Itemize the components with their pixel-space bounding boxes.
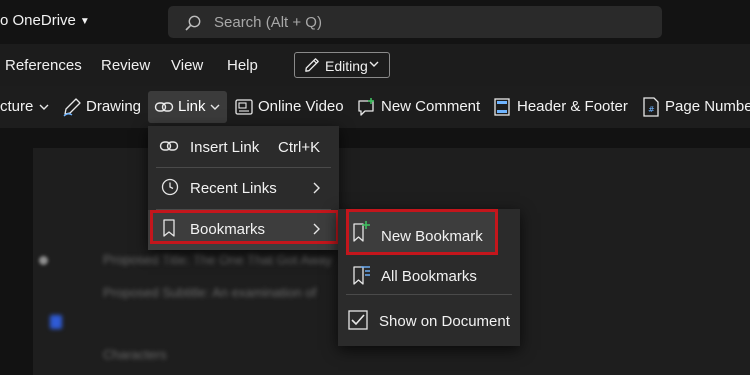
header-footer-label: Header & Footer: [517, 98, 628, 115]
menu-item-bookmarks[interactable]: Bookmarks: [148, 210, 339, 250]
link-label: Link: [178, 98, 206, 115]
document-line: Proposed Title: The One That Got Away: [103, 252, 333, 267]
menu-item-show-on-document[interactable]: Show on Document: [346, 299, 512, 341]
menu-view[interactable]: View: [171, 57, 203, 74]
new-bookmark-icon: [353, 221, 370, 242]
recent-links-label: Recent Links: [190, 180, 277, 197]
new-comment-icon: [358, 98, 374, 116]
document-title: o OneDrive: [0, 12, 76, 29]
link-button[interactable]: Link: [148, 91, 227, 123]
header-footer-button[interactable]: Header & Footer: [490, 86, 632, 128]
document-line: Proposed Subtitle: An examination of: [103, 285, 317, 300]
new-comment-button[interactable]: New Comment: [354, 86, 482, 128]
video-icon: [235, 99, 253, 115]
insert-link-label: Insert Link: [190, 139, 260, 156]
search-placeholder: Search (Alt + Q): [214, 14, 322, 31]
clock-icon: [161, 178, 179, 196]
editing-mode-button[interactable]: Editing: [294, 52, 390, 78]
menu-bar: References Review View Help Editing: [0, 44, 750, 86]
page-numbers-button[interactable]: # Page Numbe: [640, 86, 750, 128]
menu-references[interactable]: References: [5, 57, 82, 74]
picture-button[interactable]: cture: [0, 86, 56, 128]
menu-item-all-bookmarks[interactable]: All Bookmarks: [346, 255, 512, 295]
online-video-label: Online Video: [258, 98, 344, 115]
link-icon: [154, 102, 174, 112]
bookmarks-submenu: New Bookmark All Bookmarks Show on Docum…: [338, 209, 520, 346]
drawing-label: Drawing: [86, 98, 142, 115]
page-numbers-label: Page Numbe: [665, 98, 750, 115]
chevron-right-icon: [313, 223, 320, 235]
link-dropdown-menu: Insert Link Ctrl+K Recent Links Bookmark…: [148, 126, 339, 250]
all-bookmarks-icon: [353, 266, 370, 285]
insert-link-shortcut: Ctrl+K: [278, 139, 321, 156]
svg-text:#: #: [648, 105, 655, 114]
checkbox-checked-icon: [348, 310, 368, 330]
online-video-button[interactable]: Online Video: [232, 86, 346, 128]
bookmarks-label: Bookmarks: [190, 221, 266, 238]
search-icon: [185, 15, 201, 31]
menu-review[interactable]: Review: [101, 57, 150, 74]
chevron-down-icon: [39, 104, 49, 110]
document-line: Characters: [103, 347, 167, 362]
drawing-button[interactable]: Drawing: [60, 86, 144, 128]
chevron-down-icon: [210, 104, 220, 110]
link-icon: [159, 141, 179, 151]
new-bookmark-label: New Bookmark: [381, 228, 483, 245]
insert-ribbon: cture Drawing Link Online Video New Comm…: [0, 86, 750, 128]
menu-item-insert-link[interactable]: Insert Link Ctrl+K: [148, 126, 339, 166]
editing-label: Editing: [325, 58, 368, 74]
menu-item-new-bookmark[interactable]: New Bookmark: [346, 212, 512, 252]
chevron-down-icon: ▼: [79, 16, 90, 27]
show-on-document-label: Show on Document: [379, 313, 510, 330]
chevron-down-icon: [369, 61, 379, 67]
header-footer-icon: [494, 98, 510, 116]
title-bar: o OneDrive ▼ Search (Alt + Q): [0, 0, 750, 44]
menu-help[interactable]: Help: [227, 57, 258, 74]
all-bookmarks-label: All Bookmarks: [381, 268, 477, 285]
search-box[interactable]: Search (Alt + Q): [168, 6, 662, 38]
chevron-right-icon: [313, 182, 320, 194]
list-bullet: [39, 256, 48, 265]
picture-label: cture: [0, 98, 34, 115]
drawing-icon: [63, 98, 81, 117]
menu-item-recent-links[interactable]: Recent Links: [148, 168, 339, 208]
document-title-button[interactable]: o OneDrive ▼: [0, 12, 90, 29]
new-comment-label: New Comment: [381, 98, 481, 115]
pencil-icon: [305, 58, 319, 72]
comment-marker: [50, 315, 62, 329]
bookmark-icon: [163, 219, 175, 237]
page-number-icon: #: [643, 97, 659, 117]
